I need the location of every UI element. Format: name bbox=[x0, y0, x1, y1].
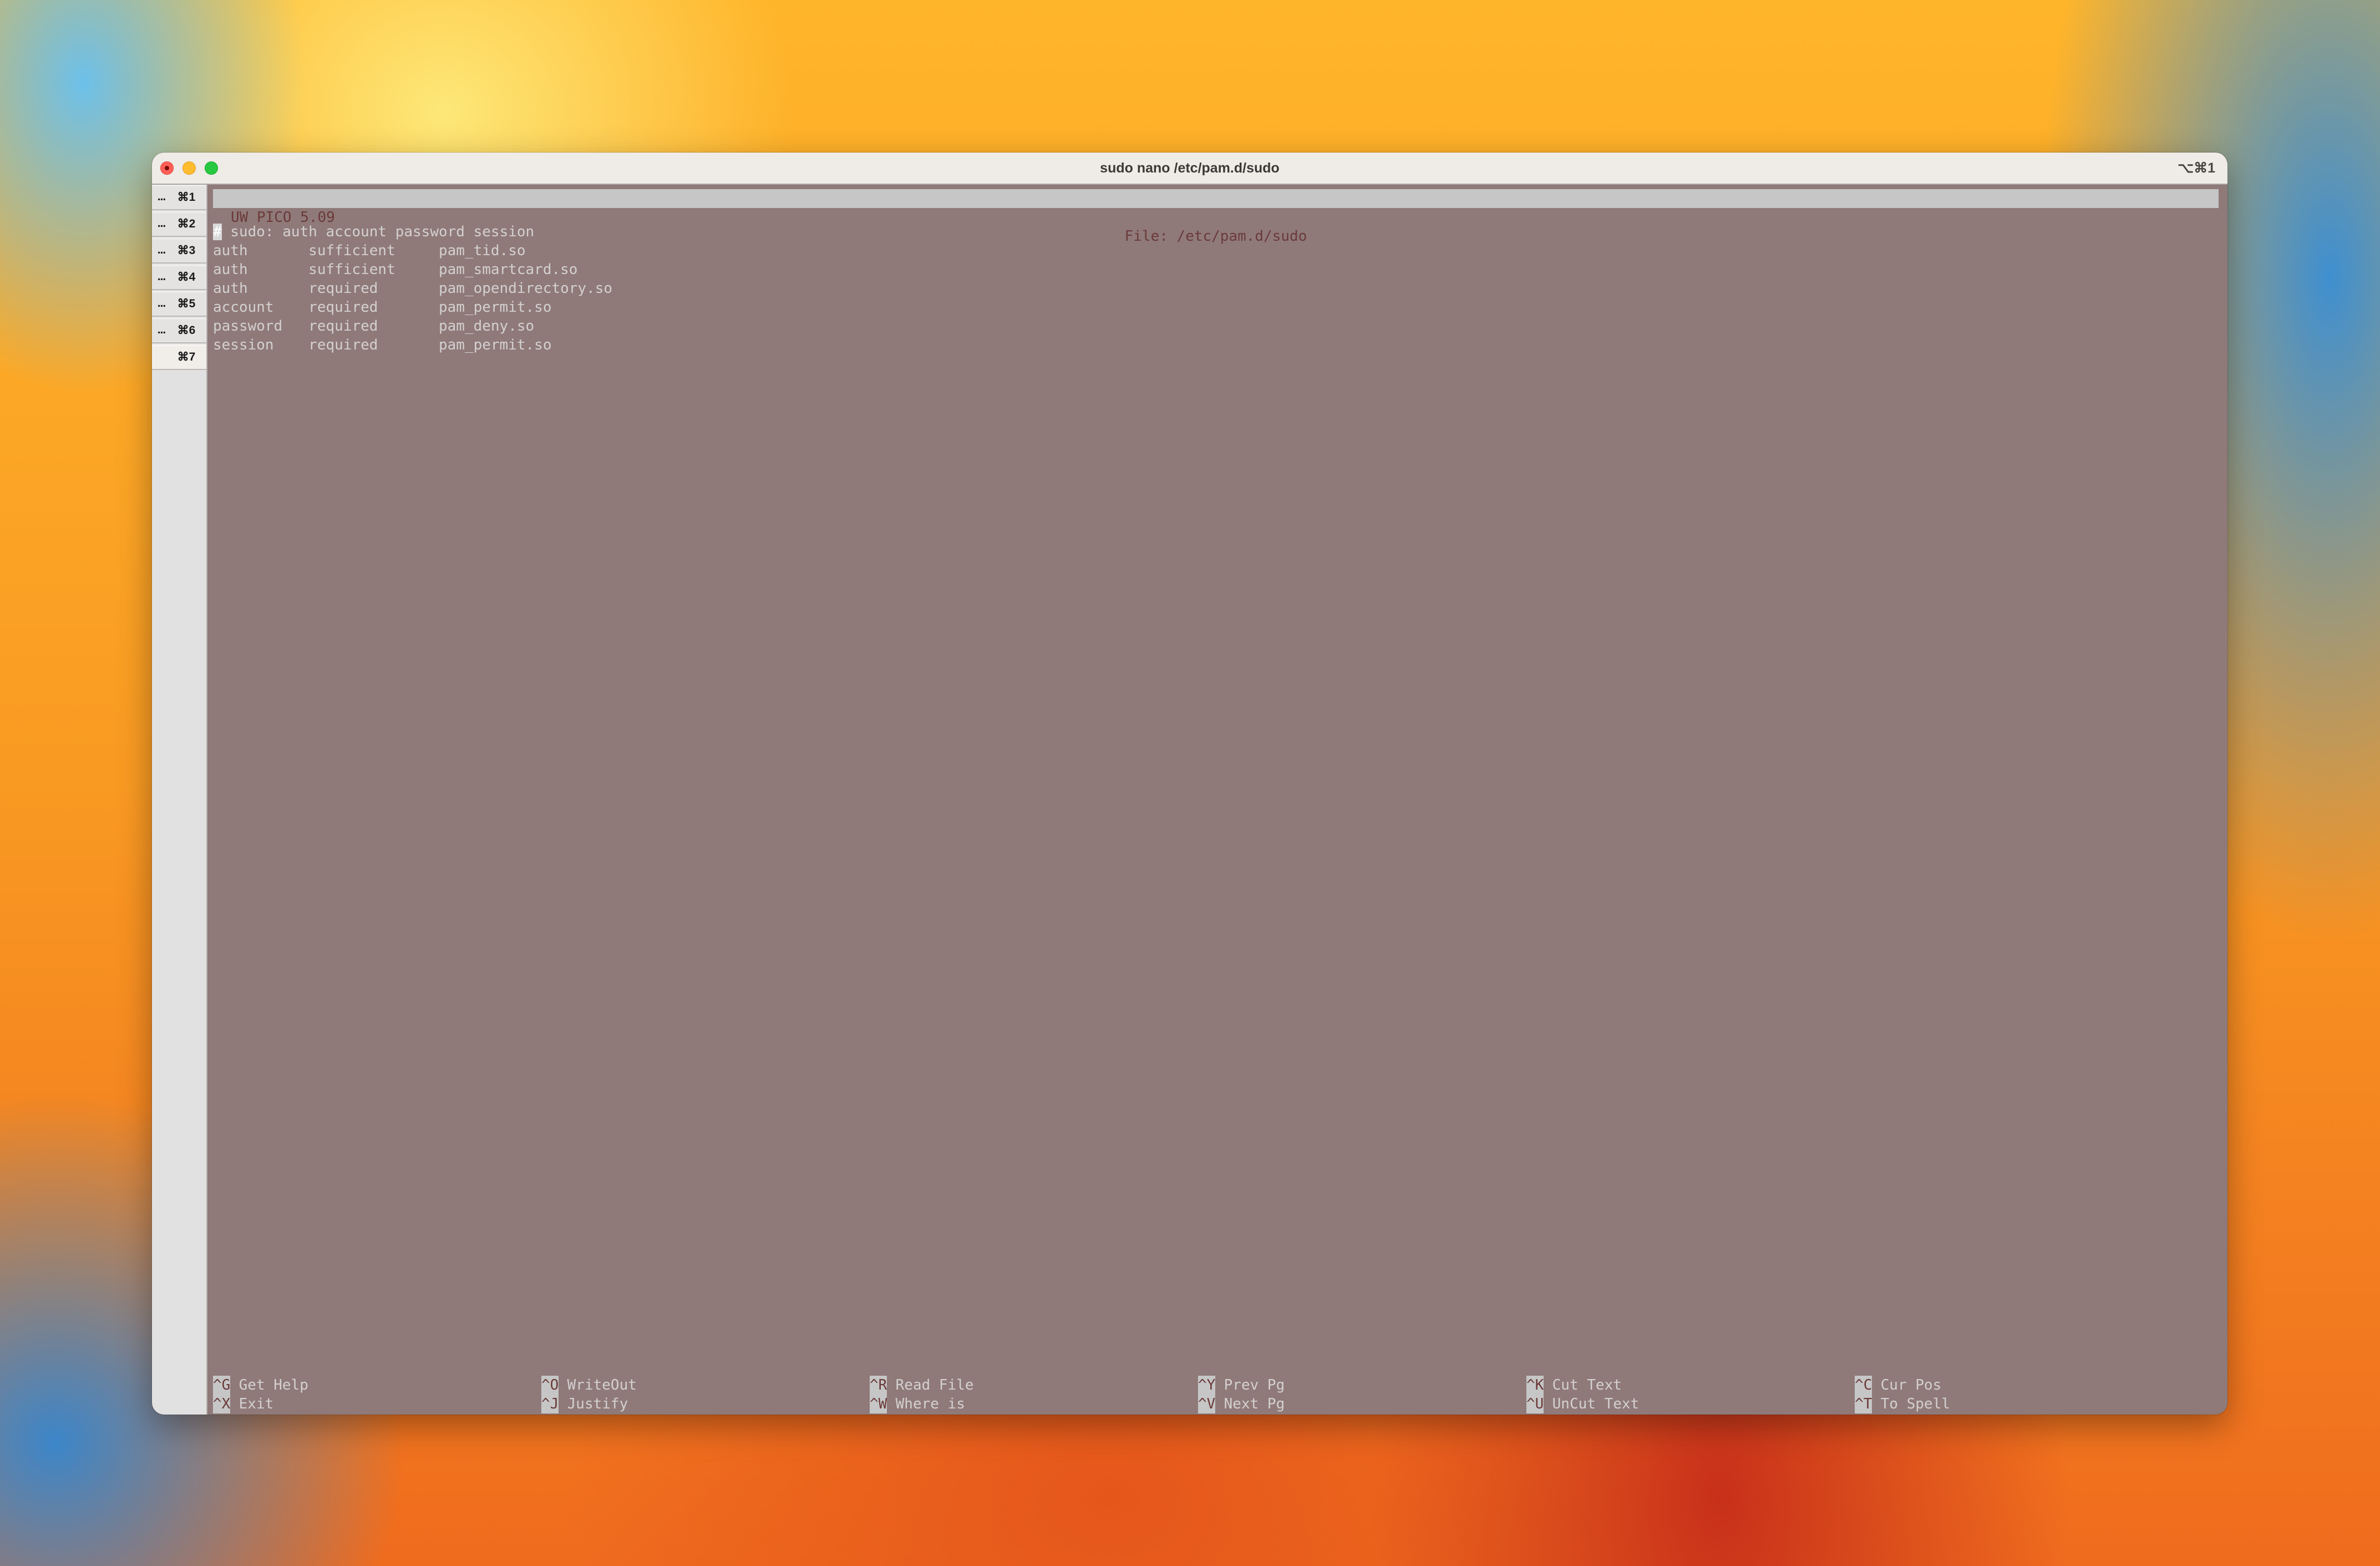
help-label: To Spell bbox=[1872, 1396, 1950, 1412]
help-item-writeout[interactable]: ^O WriteOut bbox=[541, 1376, 869, 1395]
help-label: Cur Pos bbox=[1872, 1377, 1942, 1393]
tab-7[interactable]: ⌘7 bbox=[152, 344, 206, 370]
text-line: auth sufficient pam_tid.so bbox=[213, 242, 526, 259]
terminal-content[interactable]: UW PICO 5.09 File: /etc/pam.d/sudo # sud… bbox=[207, 185, 2227, 1415]
text-cursor: # bbox=[213, 224, 222, 240]
help-label: Get Help bbox=[230, 1377, 308, 1393]
help-item-where-is[interactable]: ^W Where is bbox=[870, 1395, 1197, 1413]
text-line: password required pam_deny.so bbox=[213, 318, 535, 335]
tab-shortcut: ⌘4 bbox=[177, 270, 196, 283]
help-column: ^G Get Help ^X Exit bbox=[213, 1376, 540, 1413]
help-label: Prev Pg bbox=[1215, 1377, 1285, 1393]
tab-shortcut: ⌘3 bbox=[177, 244, 196, 257]
help-key: ^C bbox=[1855, 1376, 1872, 1395]
text-line: account required pam_permit.so bbox=[213, 299, 552, 316]
help-key: ^W bbox=[870, 1395, 887, 1413]
help-item-justify[interactable]: ^J Justify bbox=[541, 1395, 869, 1413]
help-column: ^R Read File ^W Where is bbox=[870, 1376, 1197, 1413]
text-line: # sudo: auth account password session bbox=[213, 222, 612, 241]
help-item-read-file[interactable]: ^R Read File bbox=[870, 1376, 1197, 1395]
tab-2[interactable]: ... ⌘2 bbox=[152, 211, 206, 237]
help-item-prev-pg[interactable]: ^Y Prev Pg bbox=[1198, 1376, 1525, 1395]
tab-dots: ... bbox=[157, 270, 166, 283]
help-key: ^J bbox=[541, 1395, 559, 1413]
help-key: ^X bbox=[213, 1395, 231, 1413]
help-item-get-help[interactable]: ^G Get Help bbox=[213, 1376, 540, 1395]
help-column: ^O WriteOut ^J Justify bbox=[541, 1376, 869, 1413]
help-key: ^T bbox=[1855, 1395, 1872, 1413]
help-item-next-pg[interactable]: ^V Next Pg bbox=[1198, 1395, 1525, 1413]
help-column: ^C Cur Pos ^T To Spell bbox=[1855, 1376, 2182, 1413]
line-text: sudo: auth account password session bbox=[221, 224, 535, 240]
help-item-uncut-text[interactable]: ^U UnCut Text bbox=[1526, 1395, 1854, 1413]
help-label: Where is bbox=[887, 1396, 965, 1412]
help-column: ^Y Prev Pg ^V Next Pg bbox=[1198, 1376, 1525, 1413]
help-key: ^Y bbox=[1198, 1376, 1216, 1395]
text-line: auth sufficient pam_smartcard.so bbox=[213, 261, 578, 278]
help-label: Exit bbox=[230, 1396, 274, 1412]
tab-shortcut: ⌘5 bbox=[177, 297, 196, 310]
help-item-cut-text[interactable]: ^K Cut Text bbox=[1526, 1376, 1854, 1395]
tab-dots: ... bbox=[157, 217, 166, 230]
help-key: ^K bbox=[1526, 1376, 1544, 1395]
tab-dots: ... bbox=[157, 323, 166, 336]
window-title: sudo nano /etc/pam.d/sudo bbox=[1100, 160, 1280, 176]
tab-shortcut: ⌘7 bbox=[177, 350, 196, 363]
tab-dots: ... bbox=[157, 190, 166, 203]
tab-4[interactable]: ... ⌘4 bbox=[152, 265, 206, 290]
tab-sidebar: ... ⌘1 ... ⌘2 ... ⌘3 ... ⌘4 ... ⌘5 ... ⌘6 ⌘7 bbox=[152, 185, 207, 1415]
help-key: ^U bbox=[1526, 1395, 1544, 1413]
terminal-window: sudo nano /etc/pam.d/sudo ⌥⌘1 ... ⌘1 ... ⌘… bbox=[152, 153, 2227, 1415]
help-item-cur-pos[interactable]: ^C Cur Pos bbox=[1855, 1376, 2182, 1395]
text-line: session required pam_permit.so bbox=[213, 337, 552, 353]
editor-status-bar: UW PICO 5.09 File: /etc/pam.d/sudo bbox=[213, 189, 2219, 245]
help-label: UnCut Text bbox=[1544, 1396, 1640, 1412]
tab-6[interactable]: ... ⌘6 bbox=[152, 318, 206, 343]
tab-5[interactable]: ... ⌘5 bbox=[152, 291, 206, 317]
help-label: Next Pg bbox=[1215, 1396, 1285, 1412]
title-bar[interactable]: sudo nano /etc/pam.d/sudo ⌥⌘1 bbox=[152, 153, 2227, 185]
tab-1[interactable]: ... ⌘1 bbox=[152, 185, 206, 210]
tab-dots: ... bbox=[157, 244, 166, 256]
editor-text-area[interactable]: # sudo: auth account password session au… bbox=[213, 222, 612, 354]
shortcut-help-bar: ^G Get Help ^X Exit ^O WriteOut ^J Justi… bbox=[213, 1376, 2219, 1415]
text-line: auth required pam_opendirectory.so bbox=[213, 280, 613, 297]
tab-dots: ... bbox=[157, 297, 166, 310]
help-label: Cut Text bbox=[1544, 1377, 1622, 1393]
tab-shortcut: ⌘1 bbox=[177, 190, 196, 204]
help-key: ^G bbox=[213, 1376, 231, 1395]
help-label: Read File bbox=[887, 1377, 974, 1393]
tab-shortcut: ⌘6 bbox=[177, 323, 196, 337]
tab-3[interactable]: ... ⌘3 bbox=[152, 238, 206, 263]
help-item-to-spell[interactable]: ^T To Spell bbox=[1855, 1395, 2182, 1413]
help-key: ^O bbox=[541, 1376, 559, 1395]
help-label: WriteOut bbox=[559, 1377, 637, 1393]
tab-shortcut: ⌘2 bbox=[177, 217, 196, 230]
window-shortcut: ⌥⌘1 bbox=[2178, 160, 2215, 176]
help-item-exit[interactable]: ^X Exit bbox=[213, 1395, 540, 1413]
help-key: ^V bbox=[1198, 1395, 1216, 1413]
help-label: Justify bbox=[559, 1396, 628, 1412]
help-column: ^K Cut Text ^U UnCut Text bbox=[1526, 1376, 1854, 1413]
help-key: ^R bbox=[870, 1376, 887, 1395]
